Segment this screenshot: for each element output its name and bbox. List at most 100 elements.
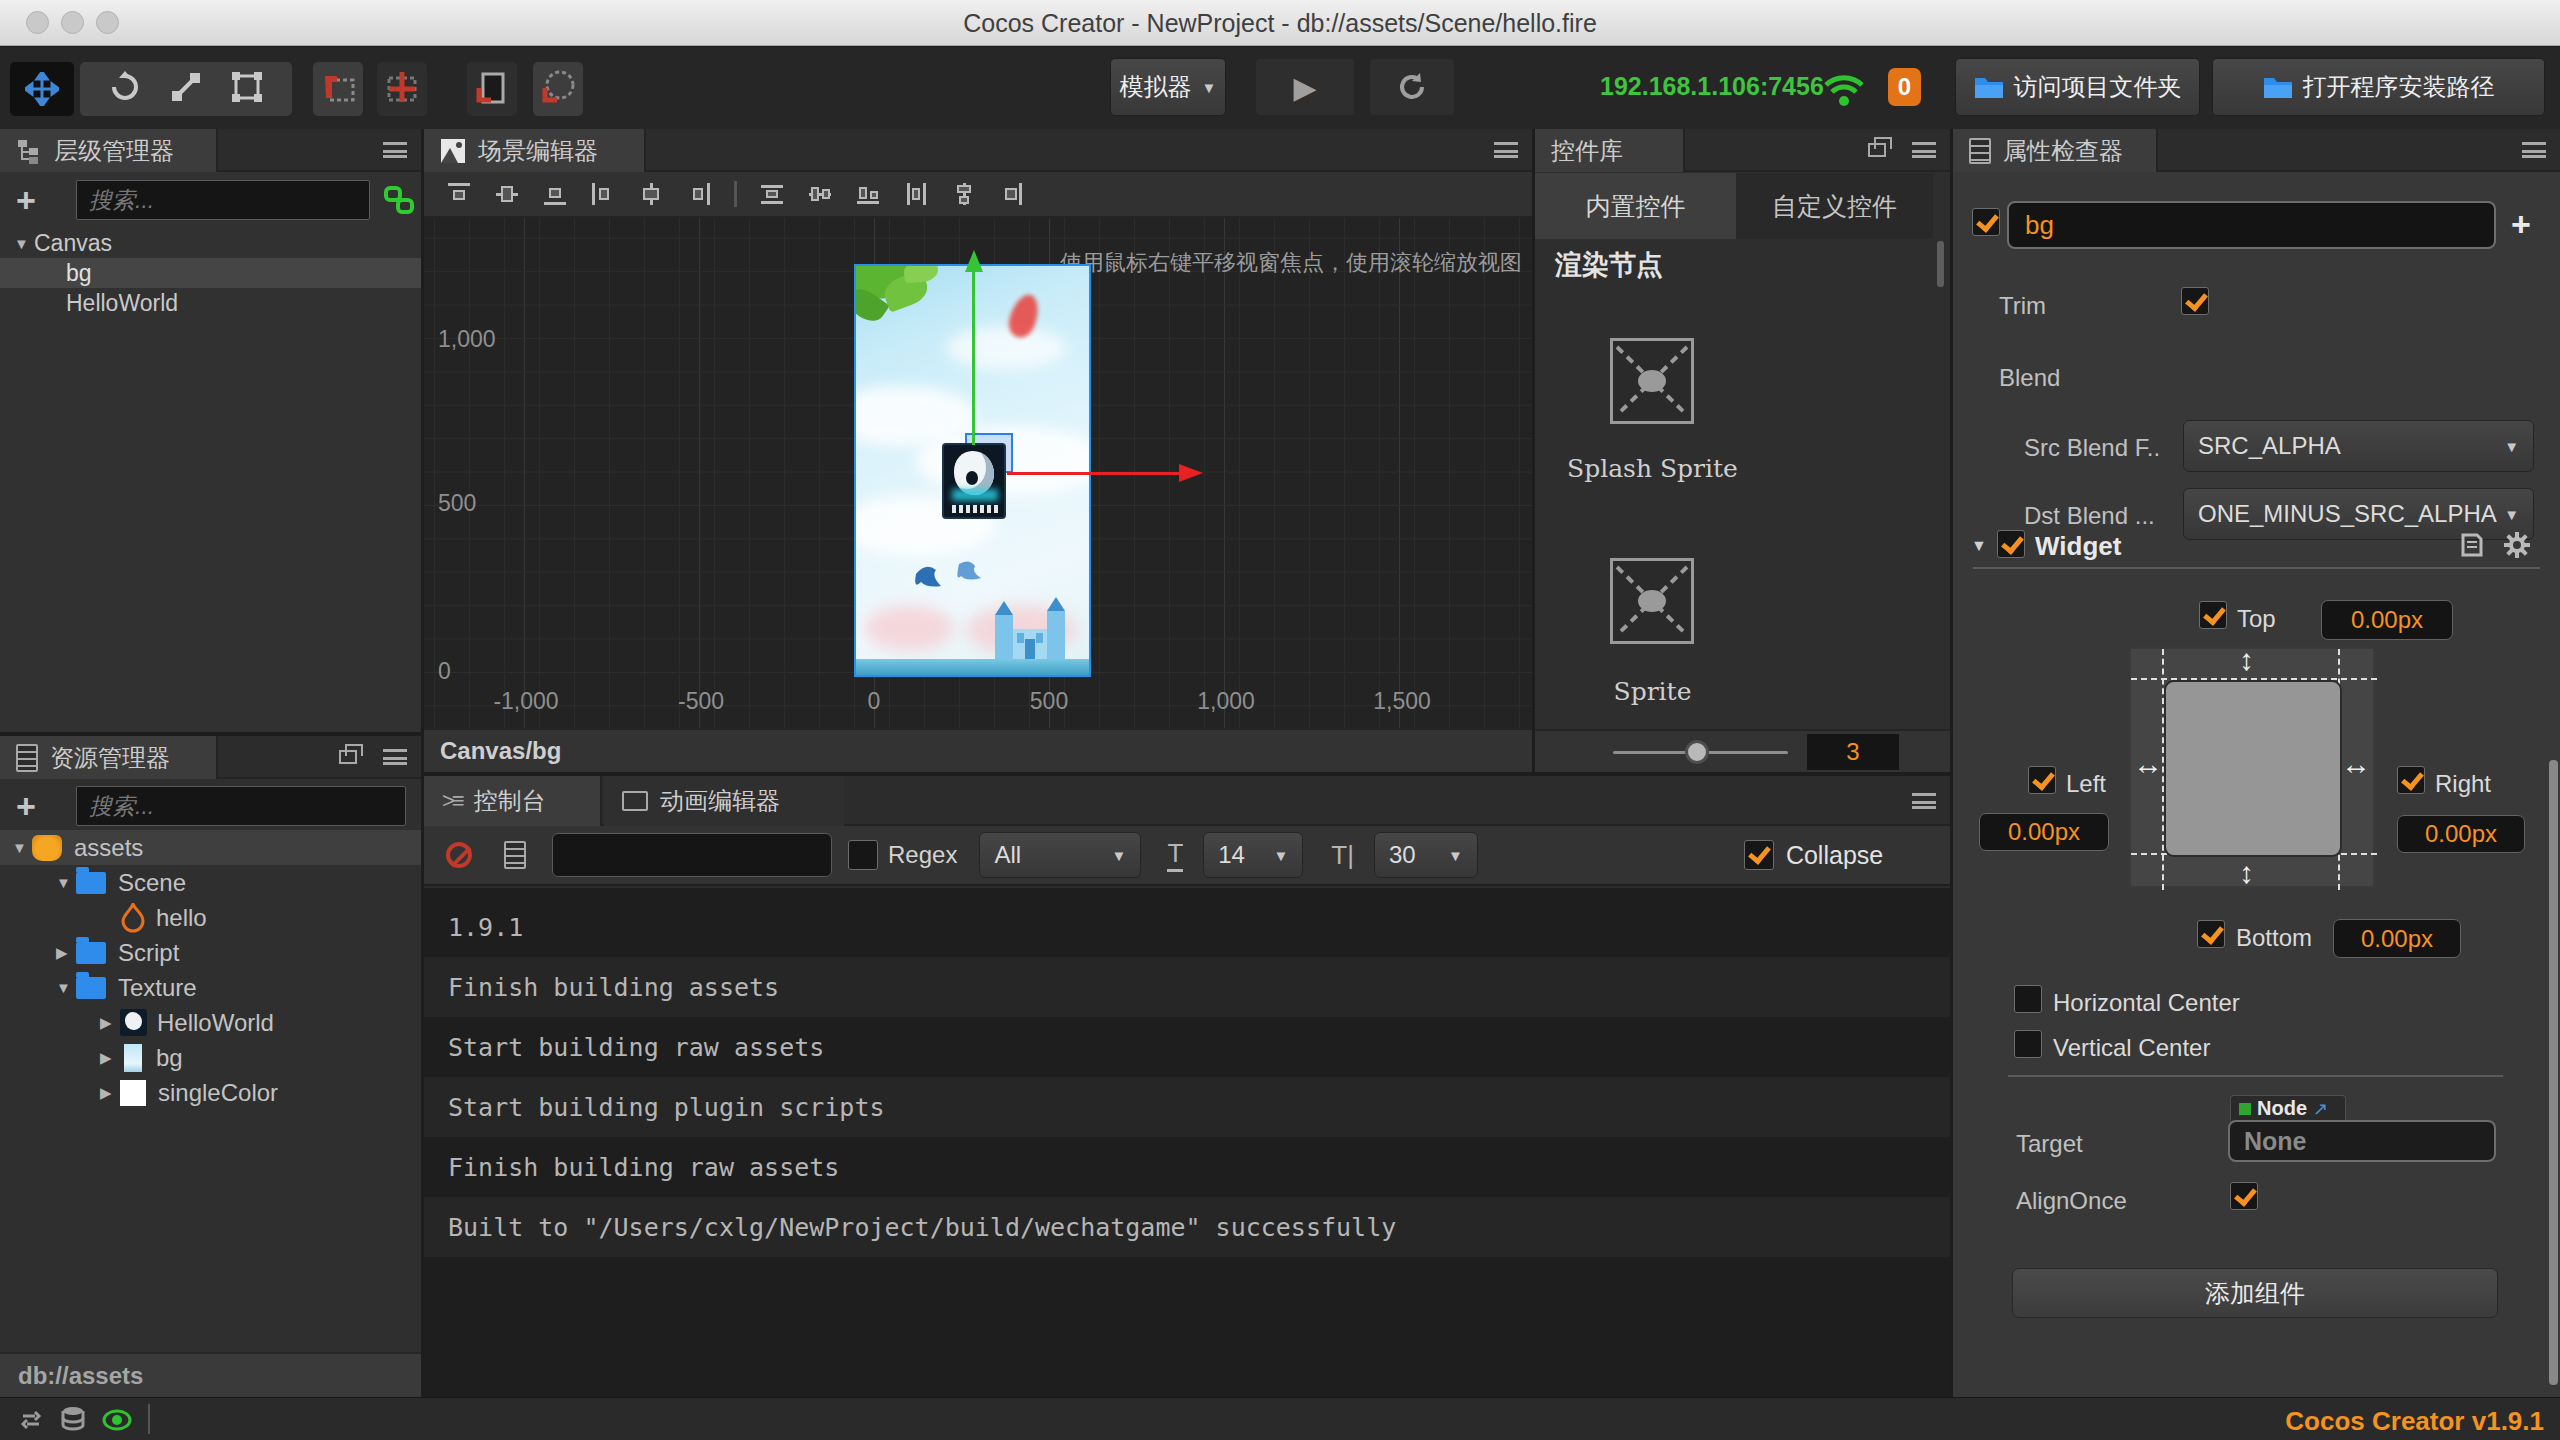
library-scrollbar[interactable]: [1937, 241, 1944, 287]
hierarchy-search-input[interactable]: 搜索...: [76, 180, 370, 220]
hierarchy-node-helloworld[interactable]: HelloWorld: [0, 288, 421, 318]
assets-popup-icon[interactable]: [339, 750, 357, 764]
tilemap-tool-button[interactable]: [313, 62, 363, 116]
scene-tab[interactable]: 场景编辑器: [424, 129, 646, 172]
line-height-dropdown[interactable]: 30▼: [1374, 832, 1478, 878]
collapsed-caret-icon[interactable]: ▶: [100, 1084, 120, 1102]
hierarchy-node-canvas[interactable]: ▼ Canvas: [0, 228, 421, 258]
widget-settings-icon[interactable]: [2503, 531, 2531, 559]
simulator-dropdown[interactable]: 模拟器 ▼: [1110, 58, 1226, 116]
target-value-field[interactable]: None: [2228, 1120, 2496, 1162]
grid-tool-button[interactable]: [377, 62, 427, 116]
widget-left-value[interactable]: 0.00px: [1979, 813, 2109, 851]
zoom-slider-knob[interactable]: [1685, 740, 1709, 764]
asset-row-bg[interactable]: ▶ bg: [0, 1040, 421, 1075]
distribute-vcenter-button[interactable]: [807, 181, 833, 207]
collapsed-caret-icon[interactable]: ▶: [56, 944, 76, 962]
distribute-hcenter-button[interactable]: [951, 181, 977, 207]
log-row[interactable]: 1.9.1: [424, 897, 1950, 957]
log-row[interactable]: Built to "/Users/cxlg/NewProject/build/w…: [424, 1197, 1950, 1257]
rotate-tool-button[interactable]: [109, 71, 141, 107]
log-row[interactable]: Start building raw assets: [424, 1017, 1950, 1077]
align-bottom-button[interactable]: [542, 181, 568, 207]
open-log-file-button[interactable]: [504, 841, 526, 869]
distribute-left-button[interactable]: [903, 181, 929, 207]
scene-canvas[interactable]: 使用鼠标右键平移视窗焦点，使用滚轮缩放视图 1,000 500 0 -1,500…: [424, 218, 1532, 728]
log-row[interactable]: Start building plugin scripts: [424, 1077, 1950, 1137]
hierarchy-menu-icon[interactable]: [383, 142, 407, 158]
gizmo-y-axis[interactable]: [972, 270, 975, 445]
distribute-right-button[interactable]: [999, 181, 1025, 207]
builtin-controls-tab[interactable]: 内置控件: [1535, 173, 1736, 239]
node-name-input[interactable]: bg: [2007, 201, 2496, 249]
widget-help-icon[interactable]: [2459, 532, 2485, 558]
align-top-button[interactable]: [446, 181, 472, 207]
asset-row-scene[interactable]: ▼ Scene: [0, 865, 421, 900]
align-hcenter-button[interactable]: [638, 181, 664, 207]
eye-icon[interactable]: [102, 1408, 132, 1432]
widget-top-checkbox[interactable]: [2199, 601, 2227, 629]
add-node-button[interactable]: +: [16, 185, 36, 215]
widget-top-value[interactable]: 0.00px: [2321, 600, 2453, 640]
log-level-dropdown[interactable]: All▼: [979, 832, 1141, 878]
asset-row-helloworld[interactable]: ▶ HelloWorld: [0, 1005, 421, 1040]
align-once-checkbox[interactable]: [2230, 1182, 2258, 1210]
splash-sprite-icon[interactable]: [1610, 338, 1694, 424]
collapsed-caret-icon[interactable]: ▶: [100, 1014, 120, 1032]
link-scene-icon[interactable]: [384, 186, 414, 214]
collapsed-caret-icon[interactable]: ▶: [100, 1049, 120, 1067]
add-asset-button[interactable]: +: [16, 791, 36, 821]
asset-row-texture[interactable]: ▼ Texture: [0, 970, 421, 1005]
widget-left-checkbox[interactable]: [2028, 766, 2056, 794]
add-property-button[interactable]: +: [2511, 209, 2531, 239]
database-icon[interactable]: [60, 1406, 86, 1432]
trim-checkbox[interactable]: [2181, 287, 2209, 315]
sync-icon[interactable]: [18, 1408, 44, 1432]
gizmo-x-axis[interactable]: [1007, 472, 1179, 475]
align-vcenter-button[interactable]: [494, 181, 520, 207]
open-install-path-button[interactable]: 打开程序安装路径: [2212, 58, 2545, 116]
align-right-button[interactable]: [686, 181, 712, 207]
collapse-checkbox[interactable]: [1744, 840, 1774, 870]
refresh-button[interactable]: [1369, 58, 1455, 116]
console-menu-icon[interactable]: [1912, 793, 1936, 809]
console-search-input[interactable]: [552, 833, 832, 877]
move-tool-button[interactable]: [10, 62, 74, 116]
widget-right-checkbox[interactable]: [2397, 766, 2425, 794]
assets-tab[interactable]: 资源管理器: [0, 736, 218, 779]
clear-console-button[interactable]: [446, 842, 472, 868]
widget-bottom-checkbox[interactable]: [2197, 920, 2225, 948]
rect-tool-button[interactable]: [231, 71, 263, 107]
asset-row-assets[interactable]: ▼ assets: [0, 830, 421, 865]
regex-checkbox[interactable]: [848, 840, 878, 870]
zoom-value-field[interactable]: 3: [1807, 734, 1899, 770]
custom-controls-tab[interactable]: 自定义控件: [1736, 173, 1933, 239]
font-size-dropdown[interactable]: 14▼: [1203, 832, 1303, 878]
vcenter-checkbox[interactable]: [2014, 1030, 2042, 1058]
inspector-tab[interactable]: 属性检查器: [1953, 129, 2158, 172]
inspector-menu-icon[interactable]: [2522, 142, 2546, 158]
inspector-scrollbar[interactable]: [2549, 760, 2558, 1385]
distribute-bottom-button[interactable]: [855, 181, 881, 207]
landscape-canvas-button[interactable]: [533, 62, 583, 116]
align-left-button[interactable]: [590, 181, 616, 207]
widget-bottom-value[interactable]: 0.00px: [2333, 919, 2461, 958]
expand-caret-icon[interactable]: ▼: [14, 235, 34, 252]
assets-menu-icon[interactable]: [383, 749, 407, 765]
hierarchy-tab[interactable]: 层级管理器: [0, 129, 218, 172]
scale-tool-button[interactable]: [170, 71, 202, 107]
widget-right-value[interactable]: 0.00px: [2397, 815, 2525, 853]
error-count-badge[interactable]: 0: [1888, 68, 1921, 106]
asset-row-singlecolor[interactable]: ▶ singleColor: [0, 1075, 421, 1110]
node-active-checkbox[interactable]: [1972, 208, 2000, 236]
hcenter-checkbox[interactable]: [2014, 985, 2042, 1013]
animation-editor-tab[interactable]: 动画编辑器: [604, 776, 844, 826]
hierarchy-node-bg[interactable]: bg: [0, 258, 421, 288]
log-row[interactable]: Finish building raw assets: [424, 1137, 1950, 1197]
library-tab[interactable]: 控件库: [1535, 129, 1685, 172]
assets-search-input[interactable]: 搜索...: [76, 786, 406, 826]
widget-enabled-checkbox[interactable]: [1997, 530, 2025, 558]
helloworld-sprite[interactable]: [942, 443, 1006, 519]
library-menu-icon[interactable]: [1912, 142, 1936, 158]
play-button[interactable]: ▶: [1255, 58, 1355, 116]
